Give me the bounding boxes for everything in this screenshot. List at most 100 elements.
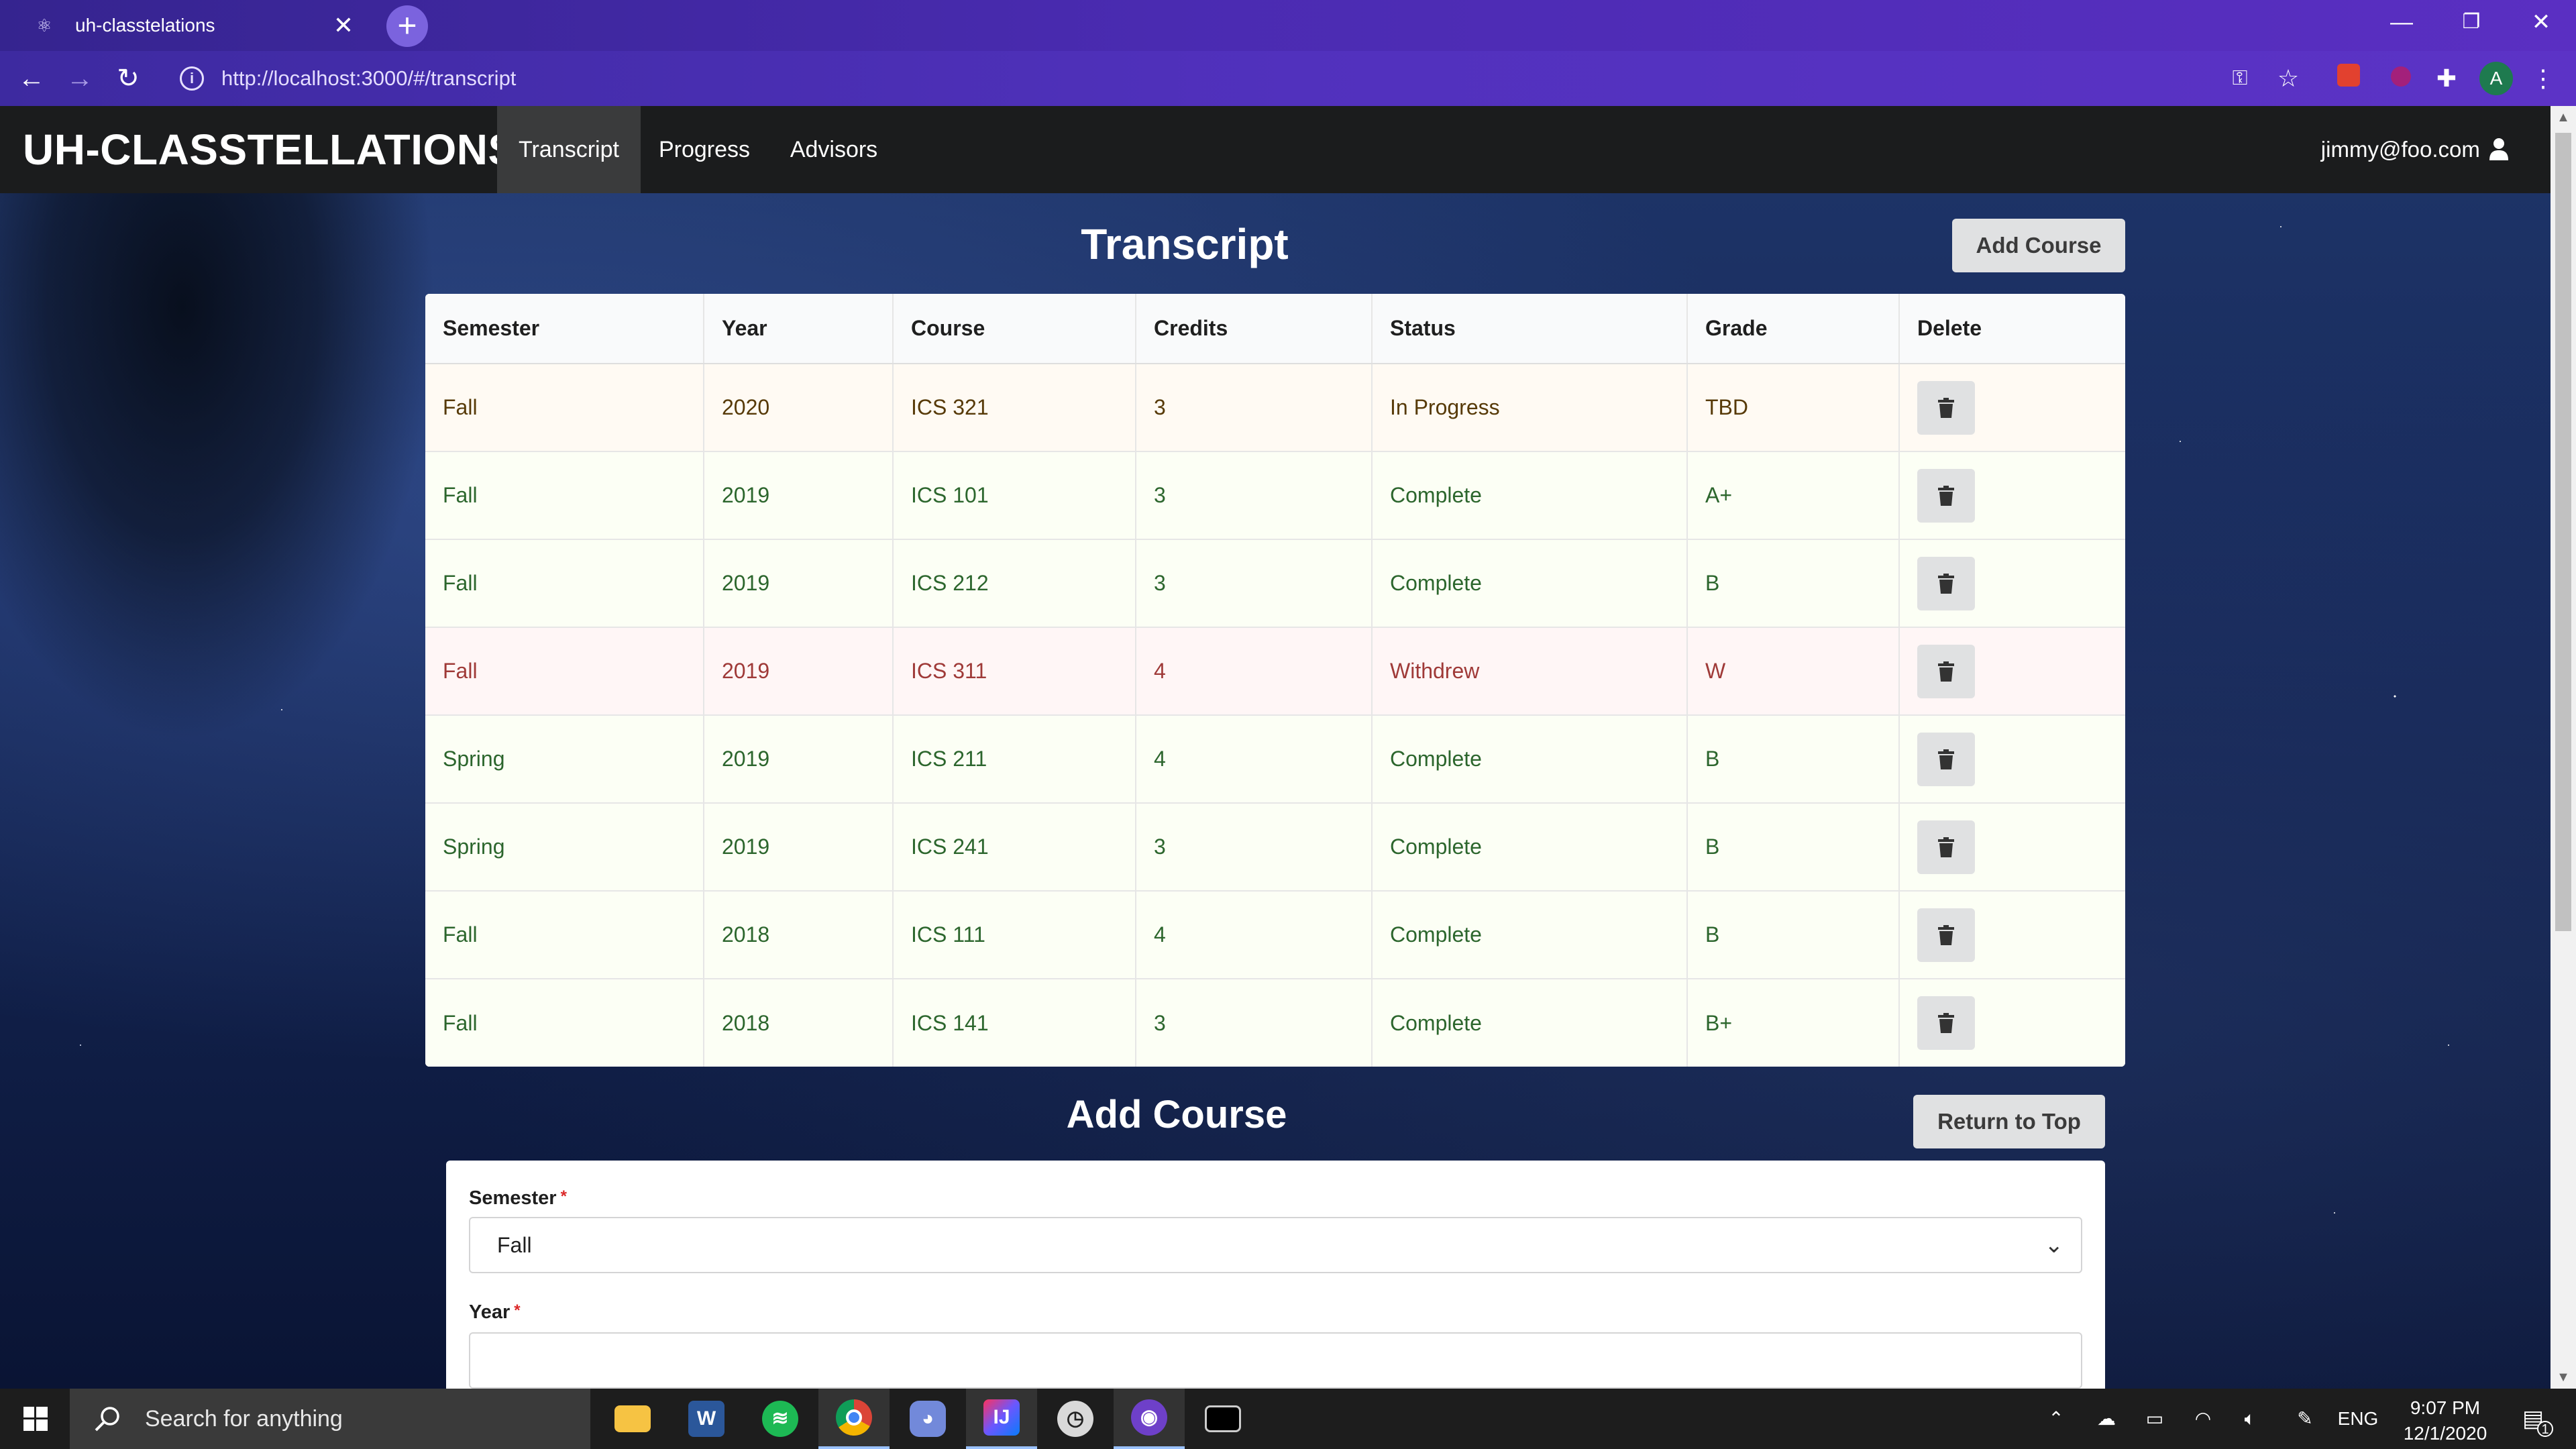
taskbar-clock-app[interactable]: ◷ <box>1040 1389 1111 1449</box>
trash-icon <box>1938 485 1954 506</box>
cell-semester: Spring <box>425 802 704 891</box>
language-indicator[interactable]: ENG <box>2334 1389 2381 1449</box>
trash-icon <box>1938 573 1954 594</box>
extensions-puzzle-icon[interactable]: ✚ <box>2430 62 2463 95</box>
delete-button[interactable] <box>1917 732 1975 786</box>
cell-delete <box>1899 627 2125 715</box>
tab-close-icon[interactable]: ✕ <box>331 13 356 38</box>
clock-app-icon: ◷ <box>1057 1401 1093 1437</box>
cell-delete <box>1899 714 2125 803</box>
table-row: Fall 2019 ICS 212 3 Complete B <box>425 539 2125 627</box>
url-text[interactable]: http://localhost:3000/#/transcript <box>221 66 516 91</box>
delete-button[interactable] <box>1917 908 1975 962</box>
scroll-down-arrow-icon[interactable]: ▼ <box>2551 1366 2576 1389</box>
cell-year: 2019 <box>704 714 894 803</box>
year-input[interactable] <box>469 1332 2082 1389</box>
taskbar-clock[interactable]: 9:07 PM 12/1/2020 <box>2381 1395 2509 1446</box>
app-brand[interactable]: UH-CLASSTELLATIONS <box>23 106 517 193</box>
taskbar-spotify[interactable]: ≋ <box>745 1389 816 1449</box>
column-header-semester: Semester <box>425 294 704 364</box>
address-bar[interactable]: i http://localhost:3000/#/transcript <box>161 59 2274 98</box>
cell-credits: 3 <box>1136 978 1373 1067</box>
browser-tab[interactable]: ⚛ uh-classtelations ✕ <box>12 0 373 51</box>
window-minimize-button[interactable]: — <box>2368 0 2435 44</box>
search-icon <box>95 1407 119 1432</box>
delete-button[interactable] <box>1917 468 1975 523</box>
table-row: Fall 2019 ICS 311 4 Withdrew W <box>425 627 2125 715</box>
semester-label-text: Semester <box>469 1187 557 1209</box>
site-info-icon[interactable]: i <box>180 66 204 91</box>
wifi-icon[interactable]: ◠ <box>2184 1389 2222 1449</box>
windows-logo-icon <box>23 1407 48 1431</box>
trash-icon <box>1938 837 1954 857</box>
table-row: Fall 2019 ICS 101 3 Complete A+ <box>425 451 2125 539</box>
extension-octotree-icon[interactable] <box>2384 62 2418 95</box>
cell-grade: B <box>1687 890 1900 979</box>
taskbar-github-desktop[interactable]: ◉ <box>1114 1389 1185 1449</box>
cell-course: ICS 241 <box>893 802 1136 891</box>
cell-status: Complete <box>1372 451 1688 539</box>
profile-avatar[interactable]: A <box>2479 62 2513 95</box>
scroll-thumb[interactable] <box>2555 133 2571 931</box>
cell-course: ICS 101 <box>893 451 1136 539</box>
window-close-button[interactable]: ✕ <box>2508 0 2575 44</box>
pen-workspace-icon[interactable]: ✎ <box>2286 1389 2324 1449</box>
page-viewport: UH-CLASSTELLATIONS Transcript Progress A… <box>0 106 2551 1389</box>
nav-advisors[interactable]: Advisors <box>768 106 900 193</box>
delete-button[interactable] <box>1917 996 1975 1050</box>
trash-icon <box>1938 1013 1954 1033</box>
table-row: Spring 2019 ICS 241 3 Complete B <box>425 802 2125 891</box>
user-email: jimmy@foo.com <box>2320 137 2480 162</box>
onedrive-cloud-icon[interactable]: ☁ <box>2088 1389 2125 1449</box>
taskbar-discord[interactable]: ◕ <box>892 1389 963 1449</box>
cell-year: 2019 <box>704 451 894 539</box>
intellij-icon: IJ <box>983 1399 1020 1436</box>
notifications-icon[interactable]: ▤ 1 <box>2514 1402 2553 1437</box>
folder-icon <box>614 1405 651 1432</box>
cell-year: 2019 <box>704 627 894 715</box>
key-icon[interactable]: ⚿ <box>2223 62 2257 95</box>
react-favicon-icon: ⚛ <box>36 15 52 36</box>
windows-taskbar: Search for anything W ≋ ◕ IJ ◷ ◉ ⌃ ☁ ▭ ◠… <box>0 1389 2576 1449</box>
tree-silhouette <box>0 106 456 777</box>
column-header-course: Course <box>893 294 1136 364</box>
delete-button[interactable] <box>1917 380 1975 435</box>
nav-progress[interactable]: Progress <box>641 106 768 193</box>
return-to-top-button[interactable]: Return to Top <box>1913 1095 2105 1148</box>
back-button[interactable]: ← <box>12 59 51 98</box>
delete-button[interactable] <box>1917 556 1975 610</box>
new-tab-button[interactable]: + <box>386 5 428 47</box>
delete-button[interactable] <box>1917 820 1975 874</box>
taskbar-word[interactable]: W <box>671 1389 742 1449</box>
page-scrollbar[interactable]: ▲ ▼ <box>2551 106 2576 1389</box>
nav-transcript[interactable]: Transcript <box>497 106 641 193</box>
windows-start-button[interactable] <box>13 1389 58 1449</box>
bookmark-star-icon[interactable]: ☆ <box>2271 62 2305 95</box>
taskbar-intellij[interactable]: IJ <box>966 1389 1037 1449</box>
cell-status: Complete <box>1372 890 1688 979</box>
forward-button[interactable]: → <box>60 59 99 98</box>
tray-overflow-chevron-icon[interactable]: ⌃ <box>2039 1389 2073 1449</box>
taskbar-terminal[interactable] <box>1187 1389 1258 1449</box>
add-course-button[interactable]: Add Course <box>1952 219 2125 272</box>
cell-grade: A+ <box>1687 451 1900 539</box>
taskbar-file-explorer[interactable] <box>597 1389 668 1449</box>
cell-credits: 3 <box>1136 363 1373 451</box>
taskbar-chrome[interactable] <box>818 1389 890 1449</box>
browser-menu-icon[interactable]: ⋮ <box>2526 62 2560 95</box>
table-header-row: Semester Year Course Credits Status Grad… <box>425 294 2125 364</box>
cell-course: ICS 111 <box>893 890 1136 979</box>
cell-year: 2020 <box>704 363 894 451</box>
taskbar-search[interactable]: Search for anything <box>70 1389 590 1449</box>
delete-button[interactable] <box>1917 644 1975 698</box>
battery-icon[interactable]: ▭ <box>2136 1389 2174 1449</box>
cell-credits: 4 <box>1136 627 1373 715</box>
extension-red-icon[interactable] <box>2332 62 2365 95</box>
scroll-up-arrow-icon[interactable]: ▲ <box>2551 106 2576 129</box>
semester-select[interactable]: Fall ⌄ <box>469 1217 2082 1273</box>
volume-icon[interactable]: 🔈︎ <box>2231 1389 2269 1449</box>
window-restore-button[interactable]: ❐ <box>2438 0 2505 44</box>
user-menu[interactable]: jimmy@foo.com <box>2321 106 2509 193</box>
cell-status: Withdrew <box>1372 627 1688 715</box>
reload-button[interactable]: ↻ <box>109 59 148 98</box>
